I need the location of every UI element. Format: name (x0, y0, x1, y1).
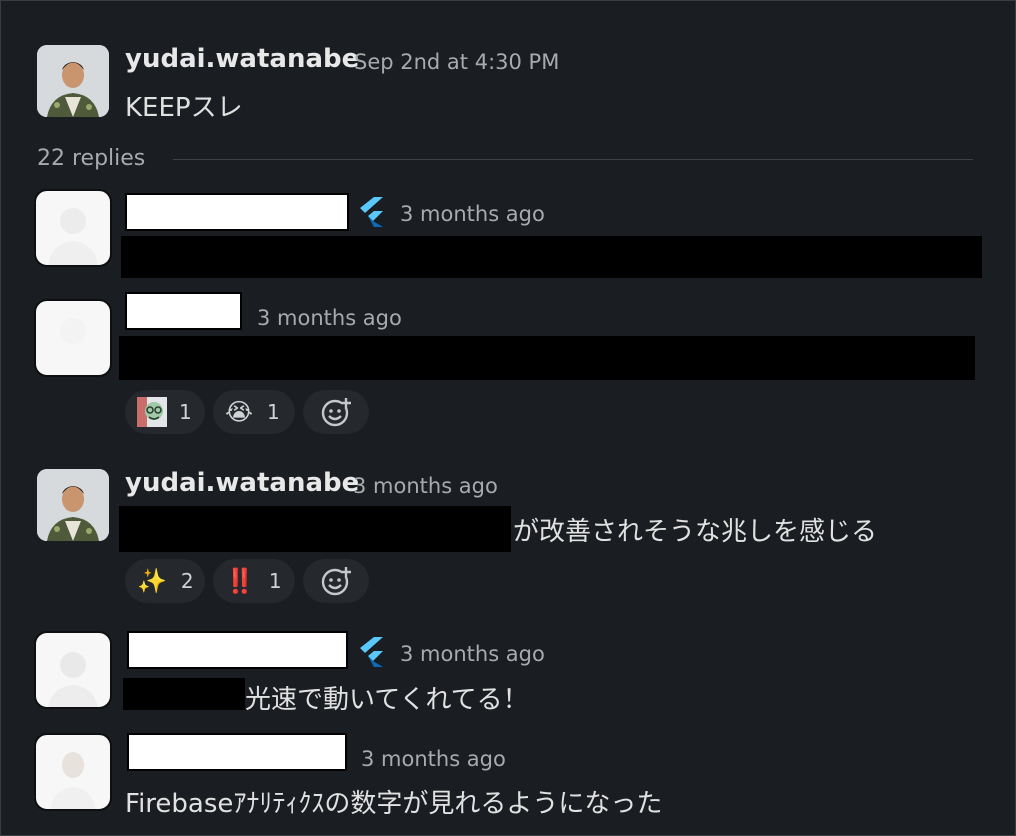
reaction-count: 1 (268, 569, 282, 593)
message-text: が改善されそうな兆しを感じる (513, 517, 878, 547)
reaction-double-exclamation[interactable]: ‼️ 1 (213, 559, 295, 603)
avatar[interactable] (37, 45, 109, 117)
replies-divider (173, 159, 973, 160)
avatar[interactable] (34, 631, 112, 709)
reply-timestamp[interactable]: 3 months ago (361, 747, 506, 771)
crying-face-emoji-icon: 😭 (225, 398, 254, 426)
replies-count: 22 replies (37, 146, 146, 171)
avatar[interactable] (34, 189, 112, 267)
add-reaction-button[interactable] (303, 559, 369, 603)
avatar[interactable] (37, 469, 109, 541)
custom-avatar-emoji-icon (137, 397, 167, 427)
reaction-sparkles[interactable]: ✨ 2 (125, 559, 205, 603)
reaction-count: 1 (267, 400, 280, 424)
redacted-author-name (125, 193, 349, 231)
message-text: Firebaseｱﾅﾘﾃｨｸｽの数字が見れるようになった (125, 789, 663, 819)
redacted-author-name (127, 631, 348, 669)
sparkles-emoji-icon: ✨ (137, 567, 167, 595)
flutter-badge-icon (356, 637, 384, 667)
reply-timestamp[interactable]: 3 months ago (400, 642, 545, 666)
reaction-crying[interactable]: 😭 1 (213, 390, 295, 434)
avatar[interactable] (34, 733, 112, 811)
redacted-author-name (127, 733, 347, 771)
reply-timestamp[interactable]: 3 months ago (353, 474, 498, 498)
add-reaction-icon (321, 398, 351, 427)
redacted-author-name (125, 292, 242, 330)
add-reaction-button[interactable] (303, 390, 369, 434)
redacted-message-text (119, 506, 511, 552)
reaction-custom-emoji[interactable]: 1 (125, 390, 205, 434)
double-exclamation-emoji-icon: ‼️ (225, 567, 255, 595)
message-text: KEEPスレ (125, 93, 243, 123)
author-name[interactable]: yudai.watanabe (125, 468, 359, 498)
message-timestamp[interactable]: Sep 2nd at 4:30 PM (354, 50, 559, 74)
message-text: 光速で動いてくれてる！ (245, 685, 529, 715)
avatar[interactable] (34, 299, 112, 377)
flutter-badge-icon (356, 197, 384, 227)
reaction-count: 1 (179, 400, 192, 424)
reply-timestamp[interactable]: 3 months ago (400, 202, 545, 226)
add-reaction-icon (321, 567, 351, 596)
reply-timestamp[interactable]: 3 months ago (257, 306, 402, 330)
redacted-message-text (119, 336, 975, 380)
reaction-count: 2 (180, 569, 194, 593)
redacted-message-text (121, 236, 982, 278)
thread-panel: yudai.watanabe Sep 2nd at 4:30 PM KEEPスレ… (0, 0, 1016, 836)
redacted-message-text (123, 678, 245, 710)
author-name[interactable]: yudai.watanabe (125, 44, 359, 74)
